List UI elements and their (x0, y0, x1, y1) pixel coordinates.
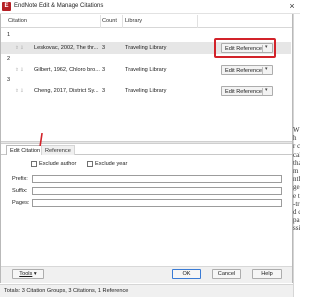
status-totals: Totals: 3 Citation Groups, 3 Citations, … (4, 288, 129, 294)
split-button-divider (262, 67, 263, 74)
dialog-button-bar (1, 266, 292, 283)
red-mark-annotation (39, 133, 43, 146)
doc-fragment: m l (293, 167, 300, 176)
doc-fragment: nth (293, 175, 300, 184)
exclude-author-checkbox[interactable] (31, 161, 37, 167)
red-highlight-annotation (214, 38, 276, 58)
dropdown-arrow-icon[interactable]: ▾ (265, 66, 268, 72)
move-up-down-icons[interactable]: ⇧ ⇩ (15, 67, 24, 73)
citation-library: Traveling Library (125, 67, 167, 73)
doc-fragment: d c (293, 208, 300, 217)
window-title: EndNote Edit & Manage Citations (14, 3, 104, 9)
doc-fragment: e tr (293, 191, 300, 200)
doc-fragment: r c (293, 142, 300, 151)
tab-reference[interactable]: Reference (41, 145, 75, 155)
pages-label: Pages: (12, 200, 30, 206)
citation-text: Gilbert, 1962, Chloro bro... (34, 67, 100, 73)
citation-row[interactable]: ⇧ ⇩ Cheng, 2017, District Sy... 3 Travel… (1, 85, 291, 97)
citation-row[interactable]: ⇧ ⇩ Gilbert, 1962, Chloro bro... 3 Trave… (1, 64, 291, 76)
tab-edit-citation[interactable]: Edit Citation (6, 145, 45, 155)
citation-library: Traveling Library (125, 45, 167, 51)
window-close-button[interactable]: × (284, 0, 300, 13)
exclude-year-checkbox[interactable] (87, 161, 93, 167)
split-button-divider (262, 88, 263, 95)
move-up-down-icons[interactable]: ⇧ ⇩ (15, 88, 24, 94)
citation-count: 3 (102, 88, 106, 94)
citation-group-number: 3 (7, 77, 11, 83)
column-separator[interactable] (197, 15, 198, 28)
pages-field[interactable] (32, 199, 282, 207)
citation-count: 3 (102, 45, 106, 51)
citation-grid-header: Citation Count Library (1, 15, 292, 28)
citation-group-number: 2 (7, 56, 11, 62)
citation-count: 3 (102, 67, 106, 73)
suffix-field[interactable] (32, 187, 282, 195)
tools-button-label: Tools (19, 271, 33, 277)
dropdown-arrow-icon: ▾ (33, 271, 37, 277)
doc-fragment: ssi (293, 224, 300, 233)
citation-group-number: 1 (7, 32, 11, 38)
column-separator[interactable] (100, 15, 101, 28)
doc-fragment: tha (293, 158, 300, 167)
cancel-button[interactable]: Cancel (212, 269, 241, 279)
background-document-text: W h r c cal tha m l nth ge e tr -tr d c … (293, 126, 300, 233)
endnote-app-icon: E (2, 2, 11, 11)
help-button[interactable]: Help (252, 269, 282, 279)
move-up-down-icons[interactable]: ⇧ ⇩ (15, 45, 24, 51)
doc-fragment: pa (293, 216, 300, 225)
citation-text: Cheng, 2017, District Sy... (34, 88, 99, 94)
edit-reference-button[interactable]: Edit Reference ▾ (221, 86, 273, 96)
column-header-count[interactable]: Count (102, 18, 117, 24)
column-header-library[interactable]: Library (125, 18, 142, 24)
edit-reference-label: Edit Reference (225, 88, 263, 95)
status-bar: Totals: 3 Citation Groups, 3 Citations, … (0, 284, 293, 297)
citation-text: Leskovac, 2002, The thr... (34, 45, 99, 51)
edit-reference-label: Edit Reference (225, 67, 263, 74)
suffix-label: Suffix: (12, 188, 28, 194)
citation-library: Traveling Library (125, 88, 167, 94)
prefix-field[interactable] (32, 175, 282, 183)
doc-fragment: -tr (293, 199, 300, 208)
exclude-author-label: Exclude author (39, 161, 77, 167)
tools-button[interactable]: Tools ▾ (12, 269, 44, 279)
exclude-year-option[interactable]: Exclude year (87, 161, 127, 169)
doc-fragment: ge (293, 183, 300, 192)
doc-fragment: W (293, 126, 300, 134)
prefix-label: Prefix: (12, 176, 28, 182)
ok-button[interactable]: OK (172, 269, 201, 279)
exclude-author-option[interactable]: Exclude author (31, 161, 76, 169)
exclude-year-label: Exclude year (95, 161, 128, 167)
doc-fragment: cal (293, 150, 300, 159)
column-header-citation[interactable]: Citation (8, 18, 27, 24)
edit-reference-button[interactable]: Edit Reference ▾ (221, 65, 273, 75)
tab-strip: Edit Citation Reference (1, 144, 292, 155)
column-separator[interactable] (122, 15, 123, 28)
title-bar: E EndNote Edit & Manage Citations × (0, 0, 300, 14)
doc-fragment: h (293, 134, 297, 143)
dropdown-arrow-icon[interactable]: ▾ (265, 87, 268, 93)
